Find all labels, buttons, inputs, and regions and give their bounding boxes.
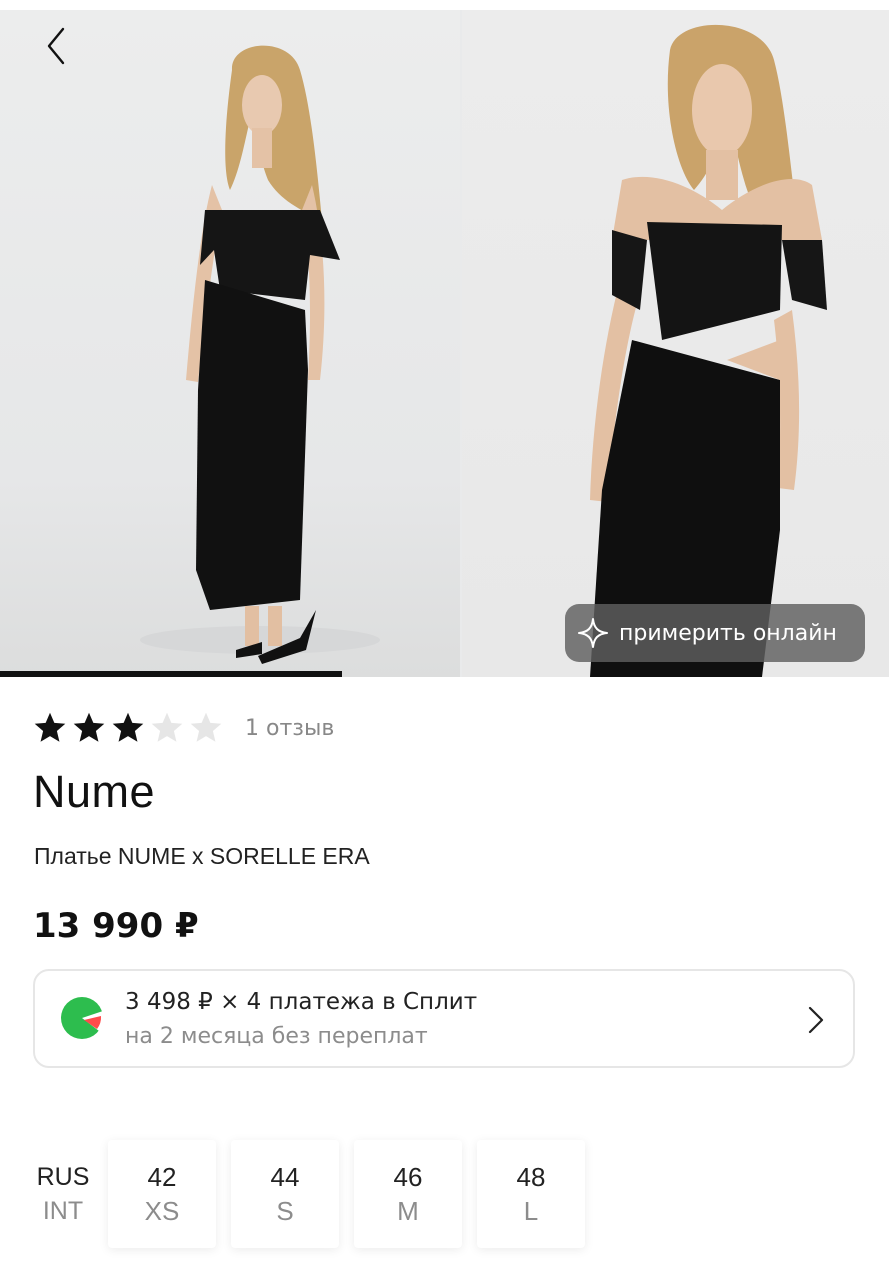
size-option-48[interactable]: 48 L (477, 1140, 585, 1248)
product-photo-full-length[interactable] (0, 10, 460, 677)
rating-stars (32, 710, 227, 746)
size-rus: 46 (393, 1162, 423, 1192)
gallery-progress-bar (0, 671, 889, 677)
size-option-44[interactable]: 44 S (231, 1140, 339, 1248)
try-on-online-button[interactable]: примерить онлайн (565, 604, 865, 662)
chevron-left-icon (47, 27, 65, 65)
reviews-link[interactable]: 1 отзыв (245, 716, 334, 741)
star-empty-icon (190, 712, 222, 742)
size-option-42[interactable]: 42 XS (108, 1140, 216, 1248)
gallery-progress-fill (0, 671, 343, 677)
size-int: XS (144, 1196, 180, 1226)
size-int: S (276, 1196, 294, 1226)
size-rus: 48 (516, 1162, 546, 1192)
size-option-46[interactable]: 46 M (354, 1140, 462, 1248)
sparkle-icon (578, 618, 608, 648)
size-label-rus: RUS (36, 1163, 90, 1191)
star-empty-icon (151, 712, 183, 742)
rating[interactable]: 1 отзыв (32, 706, 334, 750)
size-rus: 42 (147, 1162, 177, 1192)
product-name: Платье NUME x SORELLE ERA (34, 843, 370, 869)
split-logo-icon (61, 997, 104, 1039)
size-label-int: INT (42, 1197, 84, 1225)
try-on-label: примерить онлайн (619, 620, 837, 646)
size-int: M (397, 1196, 419, 1226)
split-offer-title: 3 498 ₽ × 4 платежа в Сплит (125, 989, 478, 1015)
size-int: L (523, 1196, 539, 1226)
star-filled-icon (73, 712, 105, 742)
star-filled-icon (34, 712, 66, 742)
size-rus: 44 (270, 1162, 300, 1192)
product-price: 13 990 ₽ (33, 906, 199, 946)
brand-name[interactable]: Nume (33, 766, 155, 818)
split-offer-subtitle: на 2 месяца без переплат (125, 1024, 428, 1049)
back-button[interactable] (36, 24, 76, 68)
product-photo-close-up[interactable] (462, 10, 889, 677)
split-payment-card[interactable]: 3 498 ₽ × 4 платежа в Сплит на 2 месяца … (33, 969, 855, 1068)
chevron-right-icon (808, 1006, 824, 1034)
star-filled-icon (112, 712, 144, 742)
product-gallery[interactable]: примерить онлайн (0, 10, 889, 677)
size-system-labels: RUS INT (33, 1160, 93, 1228)
